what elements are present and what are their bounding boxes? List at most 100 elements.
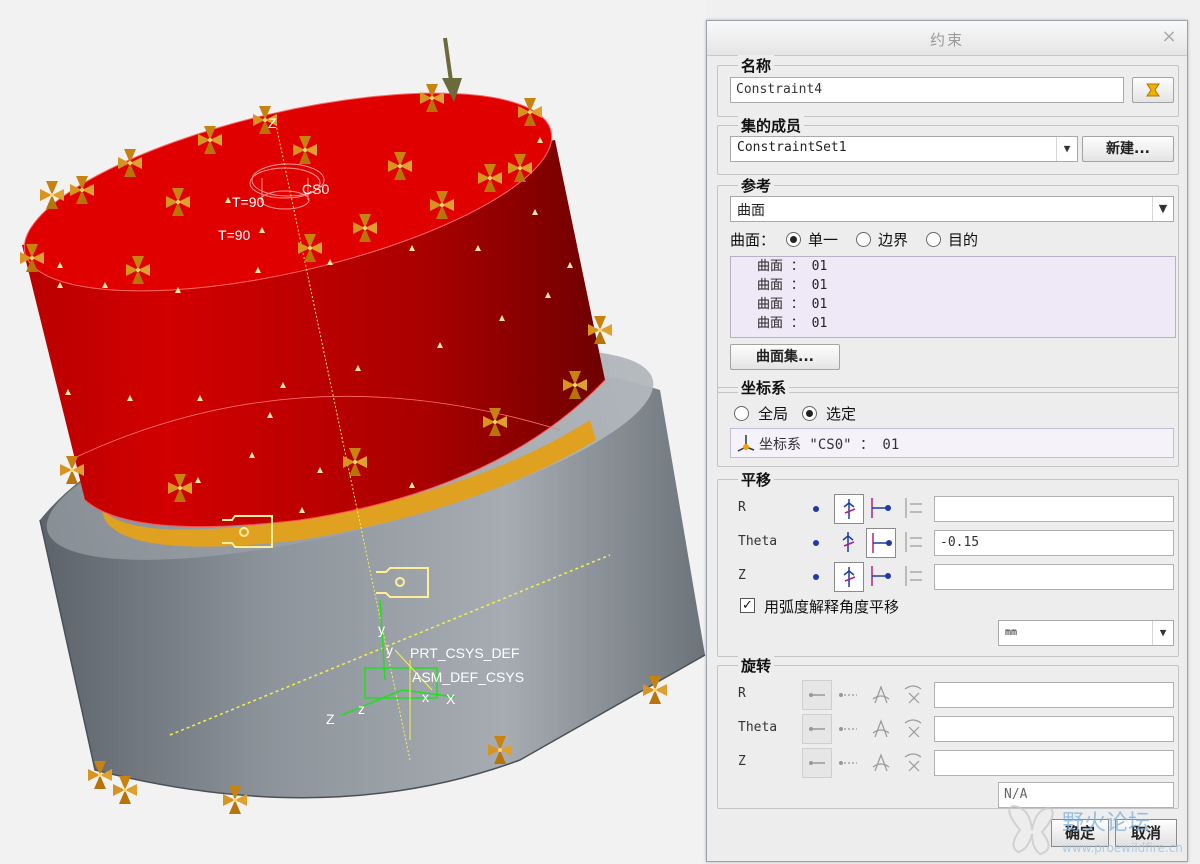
ok-button[interactable]: 确定 (1051, 819, 1109, 847)
rotation-axis-icon (872, 719, 890, 738)
radio-intent-label: 目的 (948, 231, 979, 249)
csys-group: 坐标系 全局 选定 坐标系 "CS0" ： 01 (717, 377, 1179, 467)
rotation-prescribed-icon (904, 685, 922, 704)
chevron-down-icon[interactable]: ▼ (1152, 621, 1173, 645)
rotation-fixed-icon (809, 761, 825, 765)
csys-reference-field[interactable]: 坐标系 "CS0" ： 01 (730, 428, 1174, 458)
cancel-button[interactable]: 取消 (1115, 819, 1177, 847)
dialog-titlebar[interactable]: 约束 × (707, 21, 1187, 56)
rotation-axis-icon (872, 685, 890, 704)
rotation-free-icon (839, 761, 857, 765)
rotation-z-fixed-button[interactable] (802, 748, 832, 778)
reference-group: 参考 曲面 ▼ 曲面： 单一 边界 目的 曲面 ： 01 曲面 ： 01 曲面 … (717, 175, 1179, 393)
free-dot-icon[interactable] (813, 540, 819, 546)
translation-z-fixed-button[interactable] (834, 562, 864, 592)
translation-z-free-button[interactable] (866, 562, 896, 592)
x-label-1: x (422, 689, 429, 705)
z-label-2: Z (326, 711, 335, 727)
cs0-label: CS0 (302, 181, 329, 197)
chevron-down-icon[interactable]: ▼ (1056, 137, 1077, 161)
rotation-r-fixed-button[interactable] (802, 680, 832, 710)
prescribed-icon (905, 566, 922, 586)
surface-reference-list[interactable]: 曲面 ： 01 曲面 ： 01 曲面 ： 01 曲面 ： 01 (730, 256, 1176, 338)
translation-theta-input[interactable]: -0.15 (934, 530, 1174, 556)
list-item[interactable]: 曲面 ： 01 (731, 276, 1175, 295)
list-item[interactable]: 曲面 ： 01 (731, 257, 1175, 276)
pick-color-button[interactable] (1132, 77, 1174, 103)
csys-group-title: 坐标系 (738, 377, 790, 398)
unit-value: mm (1005, 627, 1018, 638)
radian-checkbox-label: 用弧度解释角度平移 (764, 598, 900, 616)
translation-theta-fixed-button[interactable] (834, 528, 864, 558)
reference-type-select[interactable]: 曲面 ▼ (730, 196, 1174, 222)
fixed-arrow-icon (842, 532, 855, 552)
rotation-theta-prescribed-button[interactable] (898, 714, 928, 744)
radio-boundary[interactable] (856, 232, 871, 247)
rotation-theta-axis-button[interactable] (866, 714, 896, 744)
rotation-axis-icon (872, 753, 890, 772)
translation-r-input[interactable] (934, 496, 1174, 522)
constraint-name-input[interactable]: Constraint4 (730, 77, 1124, 103)
model-viewport[interactable]: T=90 T=90 CS0 Z y y PRT_CSYS_DEF ASM_DEF… (0, 0, 706, 864)
chevron-down-icon[interactable]: ▼ (1152, 197, 1173, 221)
translation-theta-free-button[interactable] (866, 528, 896, 558)
constraint-dialog[interactable]: 约束 × 名称 Constraint4 集的成员 ConstraintSet1 … (706, 20, 1188, 862)
radio-selected[interactable] (802, 406, 817, 421)
name-group: 名称 Constraint4 (717, 55, 1179, 117)
rotation-r-input[interactable] (934, 682, 1174, 708)
rotation-r-free-button[interactable] (834, 680, 864, 710)
rotation-z-prescribed-button[interactable] (898, 748, 928, 778)
prescribed-icon (905, 498, 922, 518)
rotation-theta-input[interactable] (934, 716, 1174, 742)
set-group-title: 集的成员 (738, 115, 805, 136)
z-label-1: z (358, 701, 365, 717)
translation-z-input[interactable] (934, 564, 1174, 590)
rotation-r-axis-button[interactable] (866, 680, 896, 710)
new-set-button[interactable]: 新建... (1082, 136, 1174, 162)
csys-reference-value: 坐标系 "CS0" ： 01 (759, 437, 900, 453)
csys-icon (737, 435, 755, 452)
translation-r-fixed-button[interactable] (834, 494, 864, 524)
rotation-theta-free-button[interactable] (834, 714, 864, 744)
translation-theta-label: Theta (738, 534, 778, 549)
model-canvas[interactable]: T=90 T=90 CS0 Z y y PRT_CSYS_DEF ASM_DEF… (0, 0, 706, 864)
name-group-title: 名称 (738, 55, 775, 76)
prescribed-icon (905, 532, 922, 552)
translation-z-prescribed-button[interactable] (898, 562, 928, 592)
rotation-z-label: Z (738, 754, 746, 769)
fixed-arrow-icon (843, 499, 856, 519)
rotation-theta-label: Theta (738, 720, 778, 735)
translation-theta-prescribed-button[interactable] (898, 528, 928, 558)
radio-boundary-label: 边界 (878, 231, 909, 249)
constraint-set-value: ConstraintSet1 (737, 140, 847, 155)
rotation-free-icon (839, 693, 857, 697)
rotation-z-free-button[interactable] (834, 748, 864, 778)
radio-global[interactable] (734, 406, 749, 421)
surface-mode-label: 曲面： (730, 231, 776, 249)
rotation-z-axis-button[interactable] (866, 748, 896, 778)
free-arrow-icon (871, 566, 891, 586)
translation-r-prescribed-button[interactable] (898, 494, 928, 524)
rotation-z-input[interactable] (934, 750, 1174, 776)
list-item[interactable]: 曲面 ： 01 (731, 314, 1175, 333)
translation-r-free-button[interactable] (866, 494, 896, 524)
rotation-group: 旋转 R Theta Z N/A (717, 655, 1179, 809)
constraint-set-select[interactable]: ConstraintSet1 ▼ (730, 136, 1078, 162)
surface-set-button[interactable]: 曲面集... (730, 344, 840, 370)
z-axis-label: Z (268, 115, 277, 131)
list-item[interactable]: 曲面 ： 01 (731, 295, 1175, 314)
rotation-prescribed-icon (904, 719, 922, 738)
radian-checkbox[interactable]: ✓ (740, 598, 755, 613)
translation-group-title: 平移 (738, 469, 775, 490)
free-dot-icon[interactable] (813, 574, 819, 580)
unit-select[interactable]: mm ▼ (998, 620, 1174, 646)
rotation-fixed-icon (809, 693, 825, 697)
radio-single[interactable] (786, 232, 801, 247)
close-icon[interactable]: × (1159, 27, 1179, 47)
free-dot-icon[interactable] (813, 506, 819, 512)
rotation-theta-fixed-button[interactable] (802, 714, 832, 744)
dialog-title: 约束 (929, 31, 964, 49)
rotation-r-prescribed-button[interactable] (898, 680, 928, 710)
asm-def-csys-label: ASM_DEF_CSYS (412, 669, 524, 685)
radio-intent[interactable] (926, 232, 941, 247)
